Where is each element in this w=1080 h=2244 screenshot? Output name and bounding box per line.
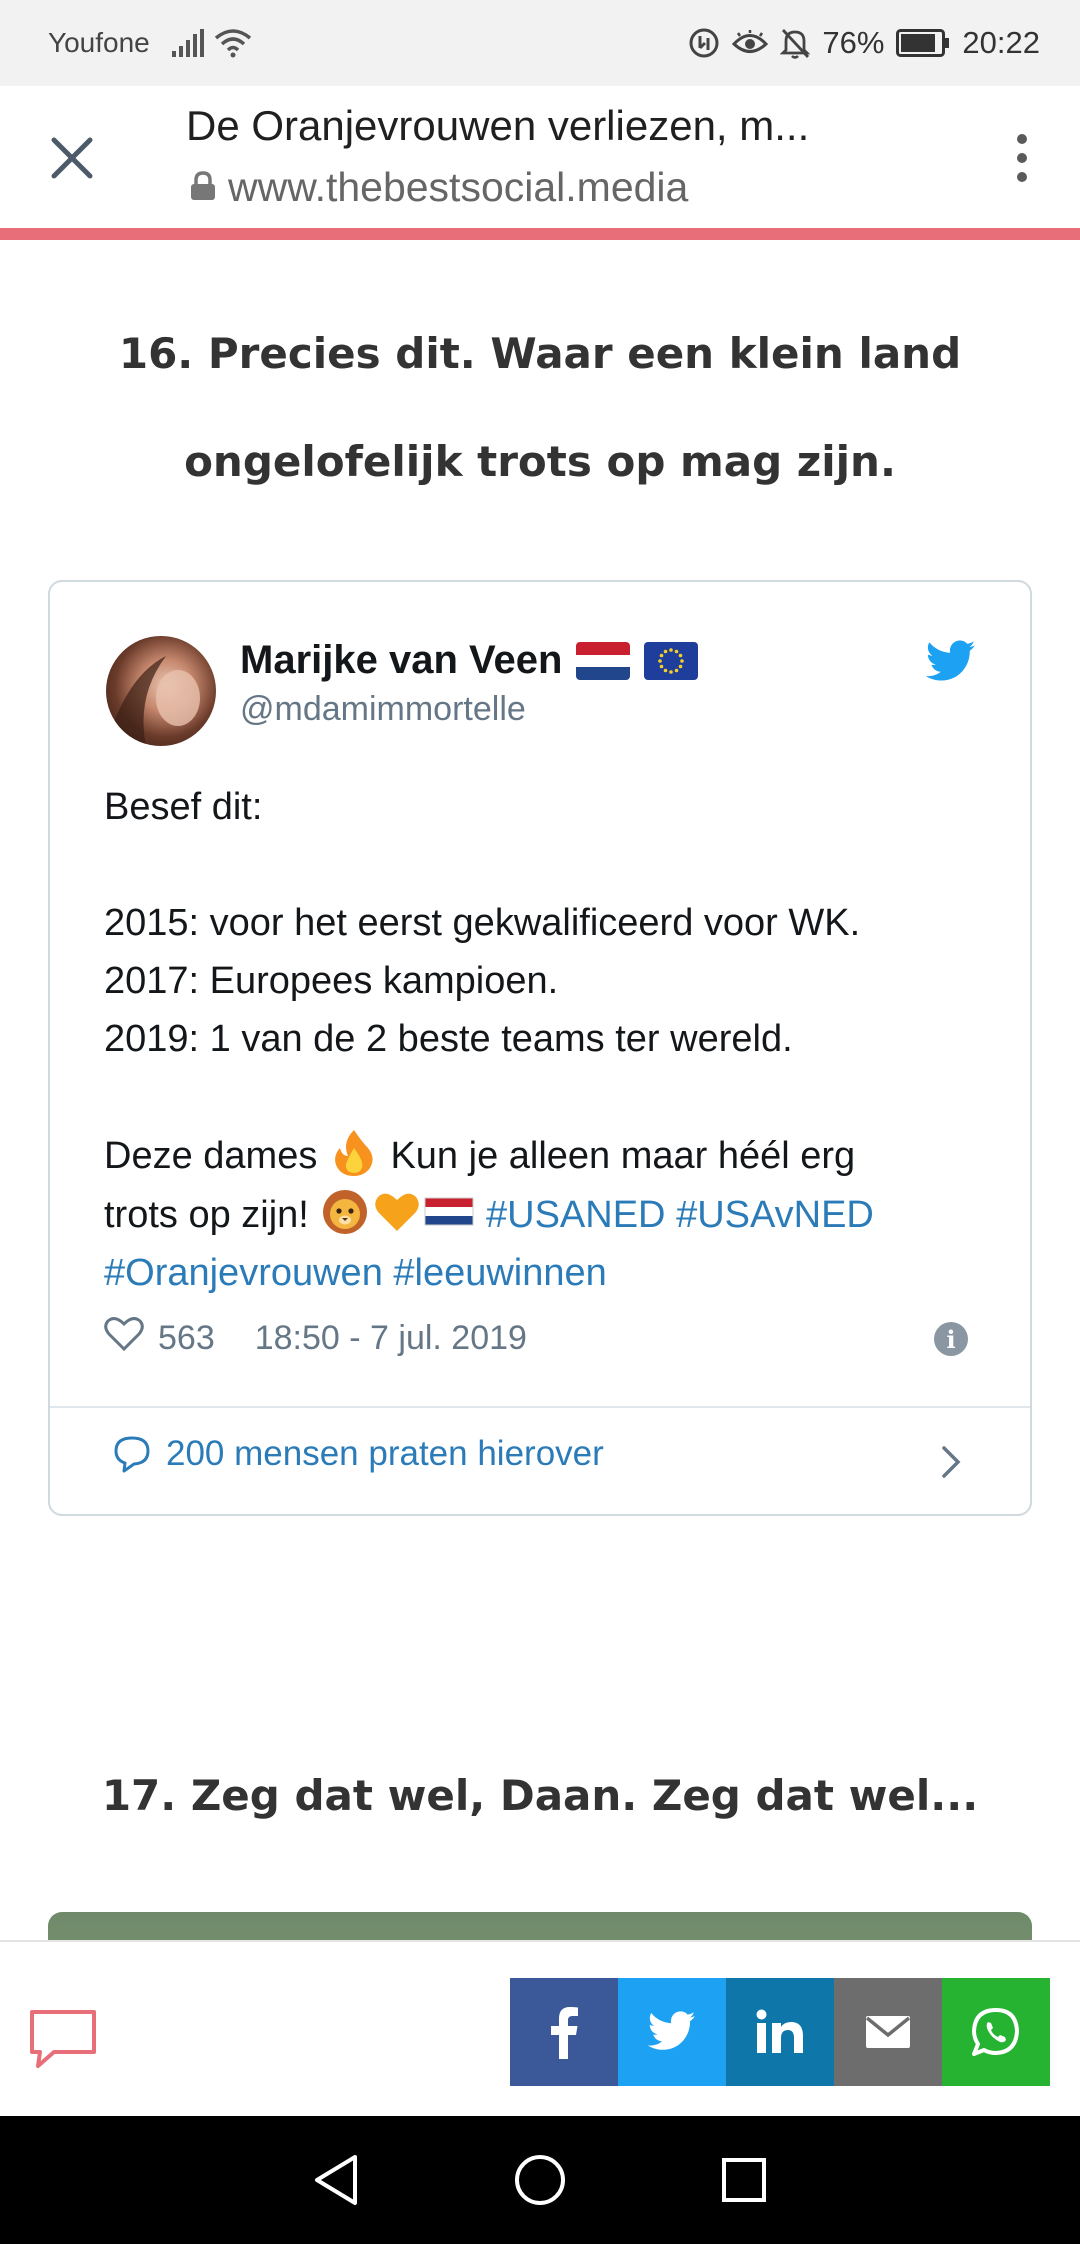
- close-icon: [51, 137, 93, 179]
- hashtag-link[interactable]: #USAvNED: [676, 1194, 874, 1236]
- tweet-line-5: Deze dames Kun je alleen maar héél erg: [104, 1126, 984, 1185]
- tweet-timestamp[interactable]: 18:50 - 7 jul. 2019: [255, 1319, 527, 1358]
- tweet-meta: 563 18:50 - 7 jul. 2019: [104, 1316, 527, 1361]
- hashtag-link[interactable]: #leeuwinnen: [393, 1252, 606, 1294]
- email-icon: [865, 2016, 911, 2048]
- eu-flag-icon: [644, 641, 699, 680]
- data-saver-icon: [688, 27, 720, 59]
- more-vert-icon[interactable]: [994, 126, 1050, 190]
- home-button[interactable]: [508, 2148, 572, 2212]
- lock-icon: [190, 164, 216, 211]
- fire-emoji-icon: [334, 1130, 373, 1176]
- author-handle[interactable]: @mdamimmortelle: [240, 690, 526, 729]
- speech-bubble-icon: [114, 1436, 150, 1473]
- tweet-text: Besef dit: 2015: voor het eerst gekwalif…: [104, 778, 984, 1302]
- twitter-bird-icon[interactable]: [925, 640, 976, 684]
- orange-heart-emoji-icon: [375, 1193, 420, 1231]
- linkedin-share-button[interactable]: [726, 1978, 834, 2086]
- comment-icon[interactable]: [28, 2008, 98, 2072]
- avatar[interactable]: [106, 636, 216, 746]
- home-icon: [515, 2155, 565, 2205]
- share-buttons: [510, 1978, 1050, 2086]
- heading-17: 17. Zeg dat wel, Daan. Zeg dat wel...: [101, 1771, 979, 1820]
- whatsapp-share-button[interactable]: [942, 1978, 1050, 2086]
- browser-toolbar: De Oranjevrouwen verliezen, m... www.the…: [0, 86, 1080, 230]
- back-icon: [315, 2155, 357, 2205]
- linkedin-icon: [756, 2009, 803, 2053]
- page-title: De Oranjevrouwen verliezen, m...: [186, 102, 810, 149]
- signal-icon: [171, 29, 206, 57]
- netherlands-flag-emoji-icon: [424, 1197, 474, 1226]
- tweet-line-2: 2015: voor het eerst gekwalificeerd voor…: [104, 902, 861, 944]
- like-count[interactable]: 563: [158, 1319, 215, 1358]
- twitter-share-button[interactable]: [618, 1978, 726, 2086]
- url-display[interactable]: www.thebestsocial.media: [190, 164, 688, 211]
- tweet-line-5a: Deze dames: [104, 1135, 318, 1177]
- chevron-right-icon[interactable]: [940, 1444, 964, 1485]
- netherlands-flag-icon: [576, 641, 631, 680]
- system-navigation-bar: [0, 2116, 1080, 2244]
- battery-percent: 76%: [822, 25, 885, 60]
- wifi-icon: [214, 28, 252, 58]
- recents-button[interactable]: [712, 2148, 776, 2212]
- recents-icon: [722, 2158, 766, 2202]
- facebook-share-button[interactable]: [510, 1978, 618, 2086]
- divider: [50, 1406, 1030, 1408]
- back-button[interactable]: [304, 2148, 368, 2212]
- url-text: www.thebestsocial.media: [228, 164, 689, 210]
- conversation-link-text: 200 mensen praten hierover: [166, 1434, 604, 1473]
- lion-emoji-icon: [323, 1190, 368, 1234]
- close-button[interactable]: [36, 122, 108, 194]
- hashtag-link[interactable]: #Oranjevrouwen: [104, 1252, 383, 1294]
- embedded-tweet[interactable]: Marijke van Veen @mdamimmortelle Besef d…: [48, 580, 1032, 1516]
- bell-off-icon: [780, 27, 811, 59]
- conversation-link[interactable]: 200 mensen praten hierover: [112, 1434, 604, 1474]
- page-load-progress: [0, 228, 1080, 240]
- facebook-icon: [551, 2007, 578, 2059]
- tweet-line-5b: Kun je alleen maar héél erg: [390, 1135, 856, 1177]
- whatsapp-icon: [972, 2008, 1019, 2056]
- tweet-line-1: Besef dit:: [104, 786, 263, 828]
- twitter-icon: [647, 2011, 696, 2050]
- heading-16: 16. Precies dit. Waar een klein land ong…: [80, 300, 1000, 516]
- email-share-button[interactable]: [834, 1978, 942, 2086]
- heading-16-line2: ongelofelijk trots op mag zijn.: [184, 437, 896, 486]
- info-icon[interactable]: i: [934, 1322, 968, 1356]
- author-name-text: Marijke van Veen: [240, 638, 563, 682]
- heart-icon[interactable]: [104, 1316, 144, 1361]
- author-name[interactable]: Marijke van Veen: [240, 638, 699, 683]
- battery-icon: [896, 29, 950, 57]
- share-bar: [0, 1940, 1080, 2116]
- heading-16-line1: 16. Precies dit. Waar een klein land: [118, 329, 962, 378]
- tweet-line-6: trots op zijn! #USANED #USAvNED: [104, 1185, 984, 1244]
- carrier-label: Youfone: [48, 27, 150, 58]
- tweet-line-7: #Oranjevrouwen #leeuwinnen: [104, 1244, 984, 1302]
- hashtag-link[interactable]: #USANED: [486, 1194, 666, 1236]
- tweet-line-4: 2019: 1 van de 2 beste teams ter wereld.: [104, 1018, 793, 1060]
- status-bar: Youfone 76% 20:22: [0, 0, 1080, 86]
- eye-comfort-icon: [732, 29, 769, 57]
- tweet-line-6a: trots op zijn!: [104, 1194, 309, 1236]
- clock: 20:22: [962, 25, 1040, 60]
- tweet-line-3: 2017: Europees kampioen.: [104, 960, 559, 1002]
